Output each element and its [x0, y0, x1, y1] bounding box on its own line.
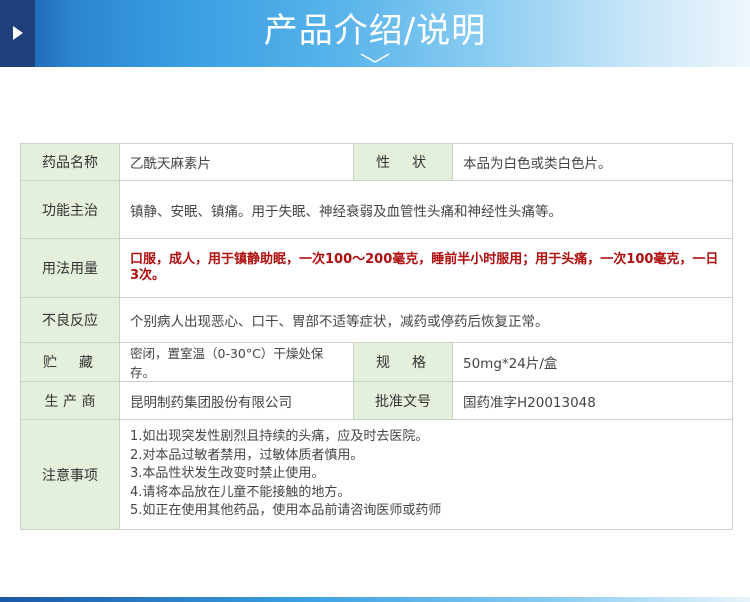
table-row: 用法用量 口服，成人，用于镇静助眠，一次100～200毫克，睡前半小时服用；用于… [20, 238, 733, 298]
list-item: 4.请将本品放在儿童不能接触的地方。 [130, 484, 351, 500]
table-row: 不良反应 个别病人出现恶心、口干、胃部不适等症状，减药或停药后恢复正常。 [20, 297, 733, 343]
table-row: 贮 藏 密闭，置室温（0-30°C）干燥处保存。 规 格 50mg*24片/盒 [20, 342, 733, 382]
list-item: 3.本品性状发生改变时禁止使用。 [130, 466, 325, 482]
precautions-label: 注意事项 [20, 419, 120, 530]
list-item: 1.如出现突发性剧烈且持续的头痛，应及时去医院。 [130, 429, 429, 445]
adverse-reaction-label: 不良反应 [20, 297, 120, 343]
appearance-label: 性 状 [353, 143, 453, 181]
manufacturer-label: 生 产 商 [20, 381, 120, 420]
dosage-value: 口服，成人，用于镇静助眠，一次100～200毫克，睡前半小时服用；用于头痛，一次… [119, 238, 733, 298]
indication-label: 功能主治 [20, 180, 120, 239]
table-row: 药品名称 乙酰天麻素片 性 状 本品为白色或类白色片。 [20, 143, 733, 181]
approval-number-value: 国药准字H20013048 [452, 381, 733, 420]
list-item: 5.如正在使用其他药品，使用本品前请咨询医师或药师 [130, 503, 442, 519]
storage-label: 贮 藏 [20, 342, 120, 382]
appearance-value: 本品为白色或类白色片。 [452, 143, 733, 181]
precautions-value: 1.如出现突发性剧烈且持续的头痛，应及时去医院。 2.对本品过敏者禁用，过敏体质… [119, 419, 733, 530]
table-row: 注意事项 1.如出现突发性剧烈且持续的头痛，应及时去医院。 2.对本品过敏者禁用… [20, 419, 733, 530]
manufacturer-value: 昆明制药集团股份有限公司 [119, 381, 354, 420]
footer-divider [0, 597, 750, 602]
precautions-list: 1.如出现突发性剧烈且持续的头痛，应及时去医院。 2.对本品过敏者禁用，过敏体质… [130, 428, 722, 521]
adverse-reaction-value: 个别病人出现恶心、口干、胃部不适等症状，减药或停药后恢复正常。 [119, 297, 733, 343]
drug-name-label: 药品名称 [20, 143, 120, 181]
spec-label: 规 格 [353, 342, 453, 382]
indication-value: 镇静、安眠、镇痛。用于失眠、神经衰弱及血管性头痛和神经性头痛等。 [119, 180, 733, 239]
chevron-down-icon [360, 53, 390, 63]
drug-name-value: 乙酰天麻素片 [119, 143, 354, 181]
table-row: 功能主治 镇静、安眠、镇痛。用于失眠、神经衰弱及血管性头痛和神经性头痛等。 [20, 180, 733, 239]
list-item: 2.对本品过敏者禁用，过敏体质者慎用。 [130, 447, 364, 463]
dosage-label: 用法用量 [20, 238, 120, 298]
storage-value: 密闭，置室温（0-30°C）干燥处保存。 [119, 342, 354, 382]
drug-info-table: 药品名称 乙酰天麻素片 性 状 本品为白色或类白色片。 功能主治 镇静、安眠、镇… [20, 143, 733, 530]
page-title: 产品介绍/说明 [263, 11, 487, 51]
approval-number-label: 批准文号 [353, 381, 453, 420]
spec-value: 50mg*24片/盒 [452, 342, 733, 382]
header-banner: 产品介绍/说明 [0, 0, 750, 67]
table-row: 生 产 商 昆明制药集团股份有限公司 批准文号 国药准字H20013048 [20, 381, 733, 420]
